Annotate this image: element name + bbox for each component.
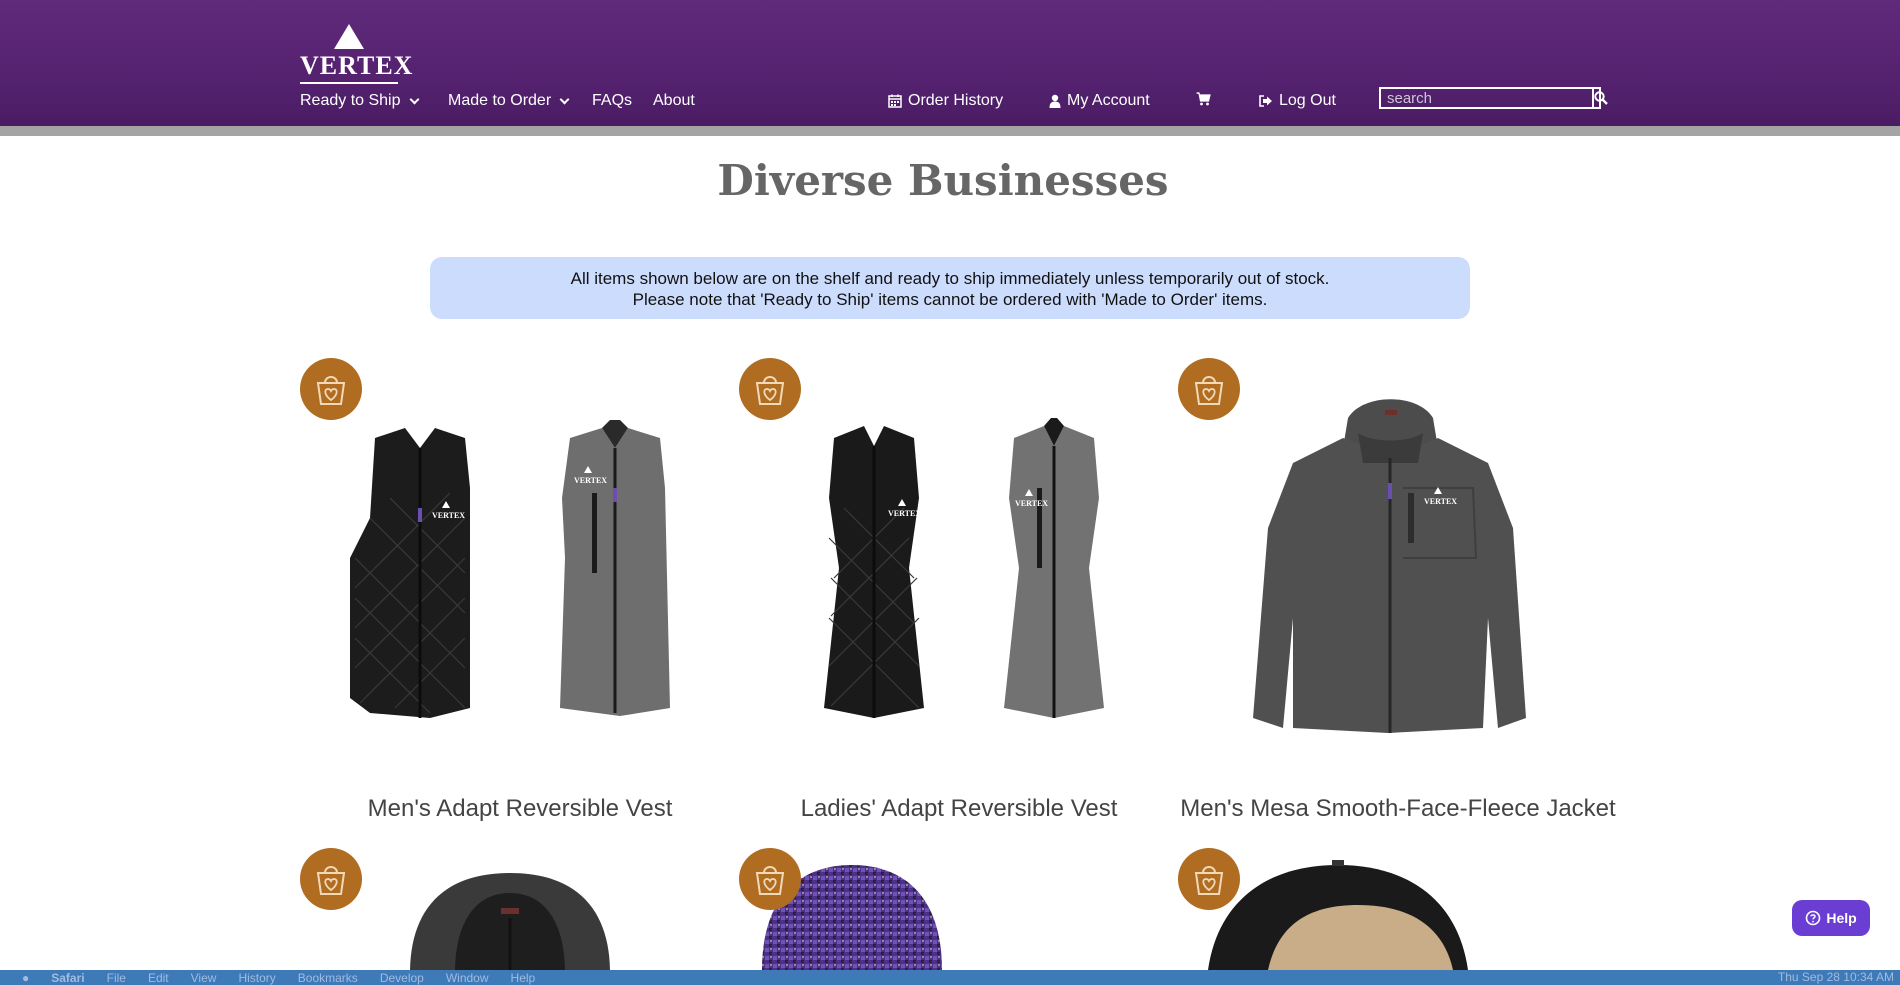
logo-triangle-icon (334, 24, 364, 49)
nav-log-out[interactable]: Log Out (1258, 92, 1336, 110)
nav-faqs-label: FAQs (592, 92, 633, 109)
product-image: VERTEX VERTEX (350, 420, 670, 718)
user-icon (1049, 94, 1061, 108)
sign-out-icon (1259, 95, 1272, 107)
svg-text:VERTEX: VERTEX (1424, 497, 1457, 506)
favorite-badge[interactable] (739, 848, 801, 910)
product-name[interactable]: Men's Mesa Smooth-Face-Fleece Jacket (1178, 795, 1618, 823)
help-button[interactable]: Help (1792, 900, 1870, 936)
search-input[interactable] (1381, 89, 1594, 107)
logo-underline (300, 82, 398, 84)
nav-order-history[interactable]: Order History (888, 92, 1003, 110)
shopping-bag-heart-icon (1194, 866, 1224, 895)
product-image: VERTEX (1253, 399, 1526, 733)
help-label: Help (1826, 910, 1857, 926)
nav-ready-to-ship-label: Ready to Ship (300, 92, 401, 109)
menubar-item-file[interactable]: File (107, 971, 126, 985)
menubar-item-bookmarks[interactable]: Bookmarks (298, 971, 358, 985)
svg-text:VERTEX: VERTEX (1015, 499, 1048, 508)
menubar-item-help[interactable]: Help (511, 971, 536, 985)
product-card[interactable]: VERTEX VERTEX Men's Adapt Reversible Ves… (300, 358, 740, 822)
search-form (1379, 87, 1608, 109)
nav-faqs[interactable]: FAQs (592, 92, 632, 110)
product-card[interactable] (1178, 848, 1618, 970)
product-image: VERTEX VERTEX (824, 418, 1104, 718)
nav-cart[interactable] (1196, 92, 1211, 106)
menubar-item-history[interactable]: History (238, 971, 275, 985)
notice-line-1: All items shown below are on the shelf a… (570, 269, 1330, 288)
shopping-bag-heart-icon (755, 866, 785, 895)
chevron-down-icon (409, 94, 419, 104)
favorite-badge[interactable] (300, 358, 362, 420)
product-name[interactable]: Men's Adapt Reversible Vest (300, 795, 740, 823)
menubar-item-edit[interactable]: Edit (148, 971, 169, 985)
nav-about-label: About (653, 92, 695, 109)
apple-menu-icon[interactable]: ● (22, 971, 29, 985)
favorite-badge[interactable] (300, 848, 362, 910)
notice-line-2: Please note that 'Ready to Ship' items c… (632, 290, 1268, 309)
svg-text:VERTEX: VERTEX (574, 476, 607, 485)
svg-text:VERTEX: VERTEX (888, 509, 921, 518)
chevron-down-icon (559, 94, 570, 104)
menubar-app-name[interactable]: Safari (51, 971, 84, 985)
menubar-item-view[interactable]: View (191, 971, 217, 985)
product-image (1208, 860, 1468, 970)
header-divider (0, 126, 1900, 136)
calendar-icon (888, 94, 902, 108)
svg-text:VERTEX: VERTEX (432, 511, 465, 520)
menubar-item-develop[interactable]: Develop (380, 971, 424, 985)
favorite-badge[interactable] (739, 358, 801, 420)
shopping-bag-heart-icon (1194, 376, 1224, 405)
search-button[interactable] (1594, 89, 1608, 107)
logo-text: VERTEX (300, 51, 414, 80)
menubar-item-window[interactable]: Window (446, 971, 489, 985)
question-icon (1806, 910, 1821, 926)
product-card[interactable]: VERTEX VERTEX Ladies' Adapt Reversible V… (739, 358, 1179, 822)
nav-about[interactable]: About (653, 92, 695, 110)
shopping-bag-heart-icon (316, 376, 346, 405)
nav-log-out-label: Log Out (1279, 92, 1336, 109)
site-header: VERTEX Ready to Ship Made to Order FAQs … (0, 0, 1900, 126)
shopping-bag-heart-icon (316, 866, 346, 895)
favorite-badge[interactable] (1178, 848, 1240, 910)
search-icon (1594, 91, 1608, 105)
vertex-logo[interactable]: VERTEX (300, 24, 414, 84)
os-menubar: ● Safari File Edit View History Bookmark… (0, 970, 1900, 985)
nav-order-history-label: Order History (908, 92, 1004, 109)
product-card[interactable]: VERTEX Men's Mesa Smooth-Face-Fleece Jac… (1178, 358, 1618, 822)
nav-ready-to-ship[interactable]: Ready to Ship (300, 92, 419, 110)
nav-made-to-order[interactable]: Made to Order (448, 92, 570, 110)
product-card[interactable] (739, 848, 1179, 970)
shopping-bag-heart-icon (755, 376, 785, 405)
page-title: Diverse Businesses (717, 156, 1169, 205)
product-card[interactable] (300, 848, 740, 970)
menubar-clock[interactable]: Thu Sep 28 10:34 AM (1778, 970, 1894, 984)
ready-to-ship-notice: All items shown below are on the shelf a… (430, 257, 1470, 319)
product-name[interactable]: Ladies' Adapt Reversible Vest (739, 795, 1179, 823)
nav-my-account-label: My Account (1067, 92, 1150, 109)
cart-icon (1196, 92, 1211, 106)
nav-my-account[interactable]: My Account (1049, 92, 1150, 110)
favorite-badge[interactable] (1178, 358, 1240, 420)
product-image (410, 873, 610, 970)
nav-made-to-order-label: Made to Order (448, 92, 552, 109)
